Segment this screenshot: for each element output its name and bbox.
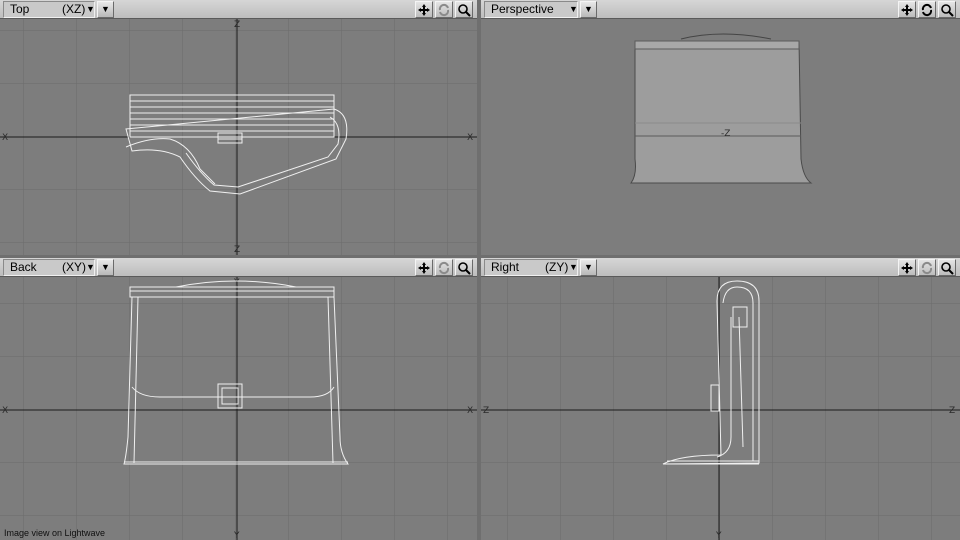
rotate-view-button[interactable] xyxy=(918,259,936,276)
view-mode-dropdown[interactable]: ▼ xyxy=(580,259,597,276)
move-icon xyxy=(418,262,430,274)
axis-label-bottom: Z xyxy=(234,245,240,255)
viewport-tools xyxy=(415,259,475,276)
move-icon xyxy=(901,4,913,16)
axis-label-right: X xyxy=(467,406,473,416)
chevron-down-icon: ▼ xyxy=(101,262,110,272)
rotate-icon xyxy=(438,3,450,17)
zoom-icon xyxy=(458,262,471,275)
axis-label-right: X xyxy=(467,133,473,143)
image-caption: Image view on Lightwave xyxy=(4,528,106,538)
view-type-dropdown[interactable]: Perspective ▼ xyxy=(484,1,578,18)
view-type-label: Right xyxy=(491,260,520,274)
chevron-down-icon: ▼ xyxy=(569,4,578,14)
move-icon xyxy=(901,262,913,274)
grid xyxy=(481,277,960,540)
view-axes-label: (XY) xyxy=(62,260,86,274)
zoom-view-button[interactable] xyxy=(938,1,956,18)
axis-label-center: -Z xyxy=(721,129,730,139)
axis-label-left: X xyxy=(2,133,8,143)
chevron-down-icon: ▼ xyxy=(569,262,578,272)
viewport-tools xyxy=(415,1,475,18)
zoom-view-button[interactable] xyxy=(455,259,473,276)
viewport-top[interactable]: Top (XZ) ▼ ▼ X X Z Z xyxy=(0,0,477,255)
zoom-icon xyxy=(941,4,954,17)
move-view-button[interactable] xyxy=(898,1,916,18)
viewport-tools xyxy=(898,1,958,18)
zoom-icon xyxy=(458,4,471,17)
zoom-icon xyxy=(941,262,954,275)
view-mode-dropdown[interactable]: ▼ xyxy=(97,259,114,276)
viewport-right[interactable]: Right (ZY) ▼ ▼ Z Z Y xyxy=(481,258,960,540)
move-view-button[interactable] xyxy=(415,1,433,18)
move-view-button[interactable] xyxy=(898,259,916,276)
view-type-dropdown[interactable]: Right (ZY) ▼ xyxy=(484,259,578,276)
view-axes-label: (XZ) xyxy=(62,2,86,16)
move-view-button[interactable] xyxy=(415,259,433,276)
viewport-canvas[interactable]: X X Z Z xyxy=(0,19,477,255)
viewport-canvas[interactable]: -Z xyxy=(481,19,960,255)
view-mode-dropdown[interactable]: ▼ xyxy=(580,1,597,18)
viewport-titlebar: Perspective ▼ ▼ xyxy=(481,0,960,19)
shaded-model: -Z xyxy=(630,33,813,184)
view-type-label: Back xyxy=(10,260,37,274)
view-axes-label: (ZY) xyxy=(545,260,569,274)
chevron-down-icon: ▼ xyxy=(86,262,95,272)
viewport-titlebar: Back (XY) ▼ ▼ xyxy=(0,258,477,277)
chevron-down-icon: ▼ xyxy=(86,4,95,14)
move-icon xyxy=(418,4,430,16)
axis-label-right: Z xyxy=(949,406,955,416)
viewport-titlebar: Right (ZY) ▼ ▼ xyxy=(481,258,960,277)
viewport-canvas[interactable]: Z Z Y xyxy=(481,277,960,540)
rotate-view-button[interactable] xyxy=(435,1,453,18)
view-type-label: Perspective xyxy=(491,2,554,16)
view-mode-dropdown[interactable]: ▼ xyxy=(97,1,114,18)
axis-label-left: X xyxy=(2,406,8,416)
axis-label-top: Z xyxy=(234,20,240,30)
axis-label-left: Z xyxy=(483,406,489,416)
rotate-view-button[interactable] xyxy=(435,259,453,276)
rotate-icon xyxy=(921,261,933,275)
viewport-titlebar: Top (XZ) ▼ ▼ xyxy=(0,0,477,19)
rotate-icon xyxy=(921,3,933,17)
zoom-view-button[interactable] xyxy=(938,259,956,276)
viewport-tools xyxy=(898,259,958,276)
view-type-dropdown[interactable]: Back (XY) ▼ xyxy=(3,259,95,276)
axis-label-bottom: Y xyxy=(715,531,722,540)
viewport-back[interactable]: Back (XY) ▼ ▼ X X Y Y xyxy=(0,258,477,540)
axis-label-bottom: Y xyxy=(233,531,240,540)
rotate-icon xyxy=(438,261,450,275)
zoom-view-button[interactable] xyxy=(455,1,473,18)
chevron-down-icon: ▼ xyxy=(101,4,110,14)
viewport-perspective[interactable]: Perspective ▼ ▼ -Z xyxy=(481,0,960,255)
rotate-view-button[interactable] xyxy=(918,1,936,18)
viewport-canvas[interactable]: X X Y Y xyxy=(0,277,477,540)
chevron-down-icon: ▼ xyxy=(584,4,593,14)
chevron-down-icon: ▼ xyxy=(584,262,593,272)
view-type-label: Top xyxy=(10,2,30,16)
view-type-dropdown[interactable]: Top (XZ) ▼ xyxy=(3,1,95,18)
